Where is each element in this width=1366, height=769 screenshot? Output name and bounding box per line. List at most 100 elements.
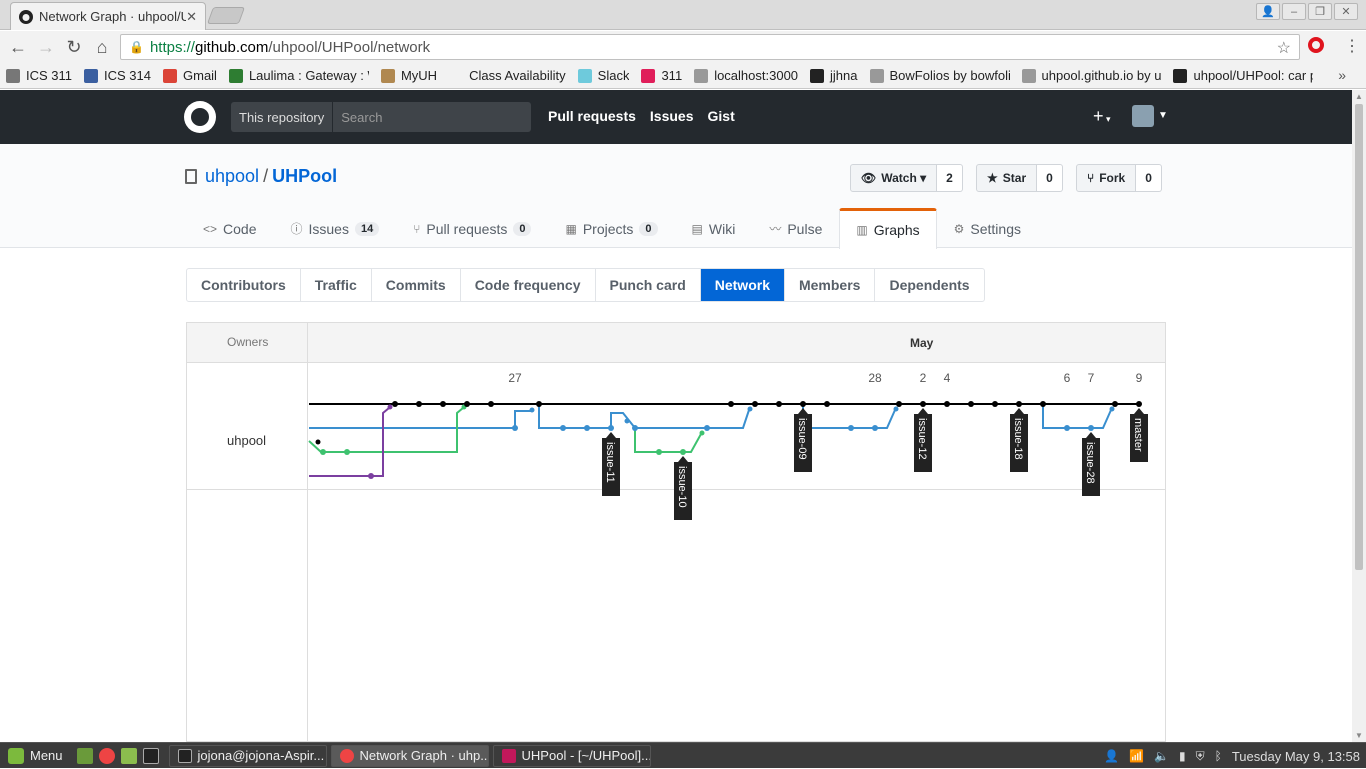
bookmark-item[interactable]: Class Availability [449,68,566,83]
maximize-icon[interactable]: ❐ [1308,3,1332,20]
tab-wiki[interactable]: ▤ Wiki [675,208,753,248]
star-button[interactable]: ★ Star [976,164,1038,192]
bookmark-item[interactable]: localhost:3000 [694,68,798,83]
repo-name-link[interactable]: UHPool [272,166,337,187]
forward-icon[interactable]: → [32,33,60,61]
commit-dot [1136,401,1142,407]
bookmark-item[interactable]: Laulima : Gateway : W [228,68,369,83]
tab-pull-requests[interactable]: ⑂ Pull requests 0 [396,208,548,248]
bookmark-item[interactable]: uhpool.github.io by u [1021,68,1162,83]
taskbar-window-ide[interactable]: UHPool - [~/UHPool]... [492,744,651,767]
tab-issues[interactable]: ⓘ Issues 14 [273,208,396,248]
show-desktop-icon[interactable] [76,747,93,764]
back-icon[interactable]: ← [4,33,32,61]
graph-tab-code-frequency[interactable]: Code frequency [461,269,596,301]
opera-extension-icon[interactable] [1308,37,1324,53]
tab-label: Settings [970,220,1021,237]
branch-label: issue-10 [676,466,688,508]
new-plus-icon[interactable]: + ▾ [1093,106,1111,127]
chrome-launcher-icon[interactable] [98,747,115,764]
tab-settings[interactable]: ⚙ Settings [937,208,1038,248]
graph-tab-network[interactable]: Network [700,269,785,301]
reload-icon[interactable]: ↻ [60,33,88,61]
network-graph[interactable]: Owners May uhpool 27 28 2 4 6 7 9 issue-11 issue… [186,322,1166,742]
bookmark-favicon-icon [1173,68,1188,83]
terminal-launcher-icon[interactable] [142,747,159,764]
date-label: 28 [868,371,882,385]
bookmark-item[interactable]: Slack [577,68,630,83]
taskbar-window-chrome[interactable]: Network Graph · uhp... [330,744,489,767]
nav-gist[interactable]: Gist [708,108,735,124]
blue-branch-line [309,404,1112,429]
graph-tab-commits[interactable]: Commits [372,269,461,301]
wifi-icon[interactable]: 📶 [1129,749,1144,763]
user-icon[interactable]: 👤 [1256,3,1280,20]
graph-tab-contributors[interactable]: Contributors [187,269,301,301]
avatar[interactable] [1132,105,1154,127]
home-icon[interactable]: ⌂ [88,33,116,61]
battery-icon[interactable]: ▮ [1179,749,1186,763]
watch-button[interactable]: 👁 Watch ▾ [850,164,938,192]
bookmark-item[interactable]: MyUH [380,68,437,83]
bookmark-item[interactable]: jjhna [810,68,858,83]
fork-icon: ⑂ [1087,171,1095,185]
more-bookmarks-icon[interactable]: » [1338,67,1346,83]
browser-tab[interactable]: Network Graph · uhpool/UHPool ✕ [10,2,206,30]
bookmark-item[interactable]: Gmail [163,68,217,83]
repo-owner-link[interactable]: uhpool [205,166,259,187]
graph-tab-members[interactable]: Members [785,269,876,301]
bookmark-item[interactable]: BowFolios by bowfolio [869,68,1010,83]
watch-group: 👁 Watch ▾ 2 [850,164,963,192]
files-launcher-icon[interactable] [120,747,137,764]
scroll-down-icon[interactable]: ▼ [1355,731,1363,740]
shield-icon[interactable]: ⛨ [1196,749,1205,764]
scroll-up-icon[interactable]: ▲ [1355,92,1363,101]
tab-pulse[interactable]: 〰 Pulse [752,208,839,248]
network-canvas[interactable]: 27 28 2 4 6 7 9 issue-11 issue-10 issue-09 issue-1… [187,323,1165,741]
bookmark-item[interactable]: ICS 311 [6,68,72,83]
volume-icon[interactable]: 🔈 [1154,749,1169,763]
tab-projects[interactable]: ▦ Projects 0 [548,208,674,248]
star-count[interactable]: 0 [1037,164,1063,192]
new-tab-button[interactable] [206,7,246,24]
graph-tab-traffic[interactable]: Traffic [301,269,372,301]
bookmark-star-icon[interactable]: ☆ [1277,38,1291,58]
bookmark-item[interactable]: uhpool/UHPool: car p [1173,68,1313,83]
commit-dot [920,401,926,407]
nav-issues[interactable]: Issues [650,108,694,124]
address-bar[interactable]: 🔒 https:// github.com /uhpool/UHPool/net… [120,34,1300,60]
nav-pull-requests[interactable]: Pull requests [548,108,636,124]
bookmark-label: uhpool.github.io by u [1041,68,1162,83]
clock[interactable]: Tuesday May 9, 13:58 [1232,749,1360,764]
minimize-icon[interactable]: – [1282,3,1306,20]
taskbar-window-terminal[interactable]: jojona@jojona-Aspir... [168,744,327,767]
arrow-head [699,430,705,436]
tab-code[interactable]: <> Code [186,208,273,248]
watch-count[interactable]: 2 [937,164,963,192]
chevron-down-icon[interactable]: ▼ [1158,110,1168,121]
fork-count[interactable]: 0 [1136,164,1162,192]
scrollbar-thumb[interactable] [1355,104,1363,570]
search-scope-label[interactable]: This repository [231,102,334,132]
graph-tab-punch-card[interactable]: Punch card [596,269,701,301]
bookmark-label: Slack [597,68,630,83]
search-input[interactable]: Search [333,102,531,132]
start-menu-button[interactable]: Menu [0,747,71,764]
browser-menu-icon[interactable]: ⋮ [1344,36,1360,56]
close-tab-icon[interactable]: ✕ [186,9,197,25]
browser-tab-title: Network Graph · uhpool/UHPool [39,9,187,24]
page-scrollbar[interactable]: ▲ ▼ [1352,90,1366,742]
tab-graphs[interactable]: ▥ Graphs [839,208,937,249]
bookmark-item[interactable]: ICS 314 [84,68,151,83]
graph-tab-dependents[interactable]: Dependents [875,269,983,301]
tab-counter: 0 [513,221,532,236]
commit-dot [320,449,326,455]
branch-label: issue-28 [1084,442,1096,484]
bluetooth-icon[interactable]: ᛒ [1215,749,1222,763]
fork-button[interactable]: ⑂ Fork [1076,164,1137,192]
bookmark-item[interactable]: 311 [641,68,682,83]
close-window-icon[interactable]: ✕ [1334,3,1358,20]
search-box: This repository Search [231,102,531,132]
user-tray-icon[interactable]: 👤 [1104,749,1119,763]
github-logo-icon[interactable] [184,101,216,133]
